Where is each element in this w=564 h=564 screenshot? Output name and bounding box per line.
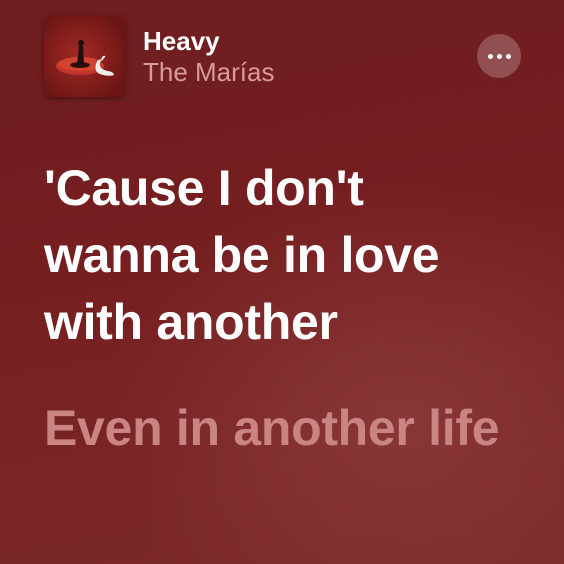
current-lyric-line[interactable]: 'Cause I don't wanna be in love with ano… <box>44 155 524 356</box>
more-options-button[interactable] <box>477 34 521 78</box>
ellipsis-icon-dot <box>496 53 502 59</box>
ellipsis-icon <box>487 53 493 59</box>
ellipsis-icon-dot <box>505 53 511 59</box>
track-title[interactable]: Heavy <box>143 24 220 58</box>
now-playing-header: Heavy The Marías <box>0 0 564 110</box>
album-artwork-image <box>44 16 125 97</box>
lyrics-view[interactable]: 'Cause I don't wanna be in love with ano… <box>44 155 544 462</box>
album-artwork[interactable] <box>44 16 125 97</box>
track-artist[interactable]: The Marías <box>143 56 275 88</box>
next-lyric-line[interactable]: Even in another life <box>44 395 514 462</box>
